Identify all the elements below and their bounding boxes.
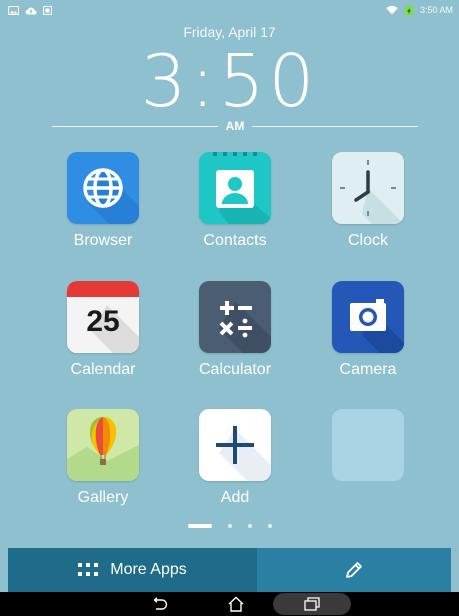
- gallery-tile[interactable]: [67, 409, 139, 481]
- app-calculator[interactable]: Calculator: [175, 281, 295, 397]
- calendar-tile[interactable]: 25: [67, 281, 139, 353]
- page-indicator-dot: [268, 524, 272, 528]
- contacts-tile[interactable]: [199, 152, 271, 224]
- wifi-icon: [386, 6, 398, 15]
- empty-slot-tile[interactable]: [332, 409, 404, 481]
- recents-icon: [304, 597, 320, 611]
- status-time: 3:50 AM: [419, 5, 453, 15]
- app-label: Gallery: [77, 489, 129, 506]
- widget-ampm: AM: [225, 119, 245, 133]
- clock-face-icon: [340, 160, 404, 224]
- app-calendar[interactable]: 25 Calendar: [43, 281, 163, 397]
- app-label: Browser: [73, 232, 133, 249]
- widget-time[interactable]: 3:50: [0, 38, 459, 124]
- add-tile[interactable]: [199, 409, 271, 481]
- page-indicator: [188, 522, 272, 530]
- app-camera[interactable]: Camera: [308, 281, 428, 397]
- status-bar: 3:50 AM: [0, 0, 459, 20]
- status-notifications: [8, 5, 52, 15]
- widget-ampm-row: AM: [52, 118, 419, 134]
- camera-tile[interactable]: [332, 281, 404, 353]
- app-contacts[interactable]: Contacts: [175, 152, 295, 268]
- status-system: 3:50 AM: [386, 4, 453, 16]
- bottom-bar: More Apps: [8, 548, 451, 592]
- recents-button[interactable]: [300, 592, 324, 616]
- app-label: Add: [220, 489, 250, 506]
- divider-left: [52, 125, 218, 127]
- home-button[interactable]: [224, 592, 248, 616]
- app-gallery[interactable]: Gallery: [43, 409, 163, 525]
- app-label: Calculator: [198, 361, 272, 378]
- person-icon: [213, 152, 271, 224]
- battery-charging-icon: [404, 4, 414, 15]
- app-browser[interactable]: Browser: [43, 152, 163, 268]
- app-label: Contacts: [203, 232, 267, 249]
- app-add[interactable]: Add: [175, 409, 295, 525]
- back-button[interactable]: [148, 592, 172, 616]
- clock-tile[interactable]: [332, 152, 404, 224]
- grid-dots-icon: [78, 563, 99, 576]
- app-clock[interactable]: Clock: [308, 152, 428, 268]
- app-label: Calendar: [70, 361, 136, 378]
- app-label: Clock: [347, 232, 388, 249]
- balloon-icon: [67, 417, 139, 481]
- app-empty-slot[interactable]: [308, 409, 428, 525]
- sim-icon: [43, 5, 52, 15]
- plus-icon: [216, 426, 271, 481]
- edit-button[interactable]: [257, 548, 451, 592]
- calculator-icon: [219, 301, 271, 353]
- home-icon: [228, 596, 244, 612]
- divider-right: [252, 125, 419, 127]
- calendar-day: 25: [86, 305, 120, 338]
- globe-icon: [83, 168, 139, 224]
- back-icon: [153, 597, 168, 610]
- camera-icon: [350, 299, 404, 353]
- browser-tile[interactable]: [67, 152, 139, 224]
- pencil-icon: [346, 562, 362, 578]
- image-icon: [8, 5, 19, 15]
- calculator-tile[interactable]: [199, 281, 271, 353]
- page-indicator-dot: [248, 524, 252, 528]
- app-label: Camera: [339, 361, 397, 378]
- more-apps-button[interactable]: More Apps: [8, 548, 257, 592]
- more-apps-label: More Apps: [110, 561, 187, 578]
- cloud-upload-icon: [25, 7, 37, 15]
- page-indicator-current: [188, 524, 212, 528]
- page-indicator-dot: [228, 524, 232, 528]
- navigation-bar: [0, 592, 459, 616]
